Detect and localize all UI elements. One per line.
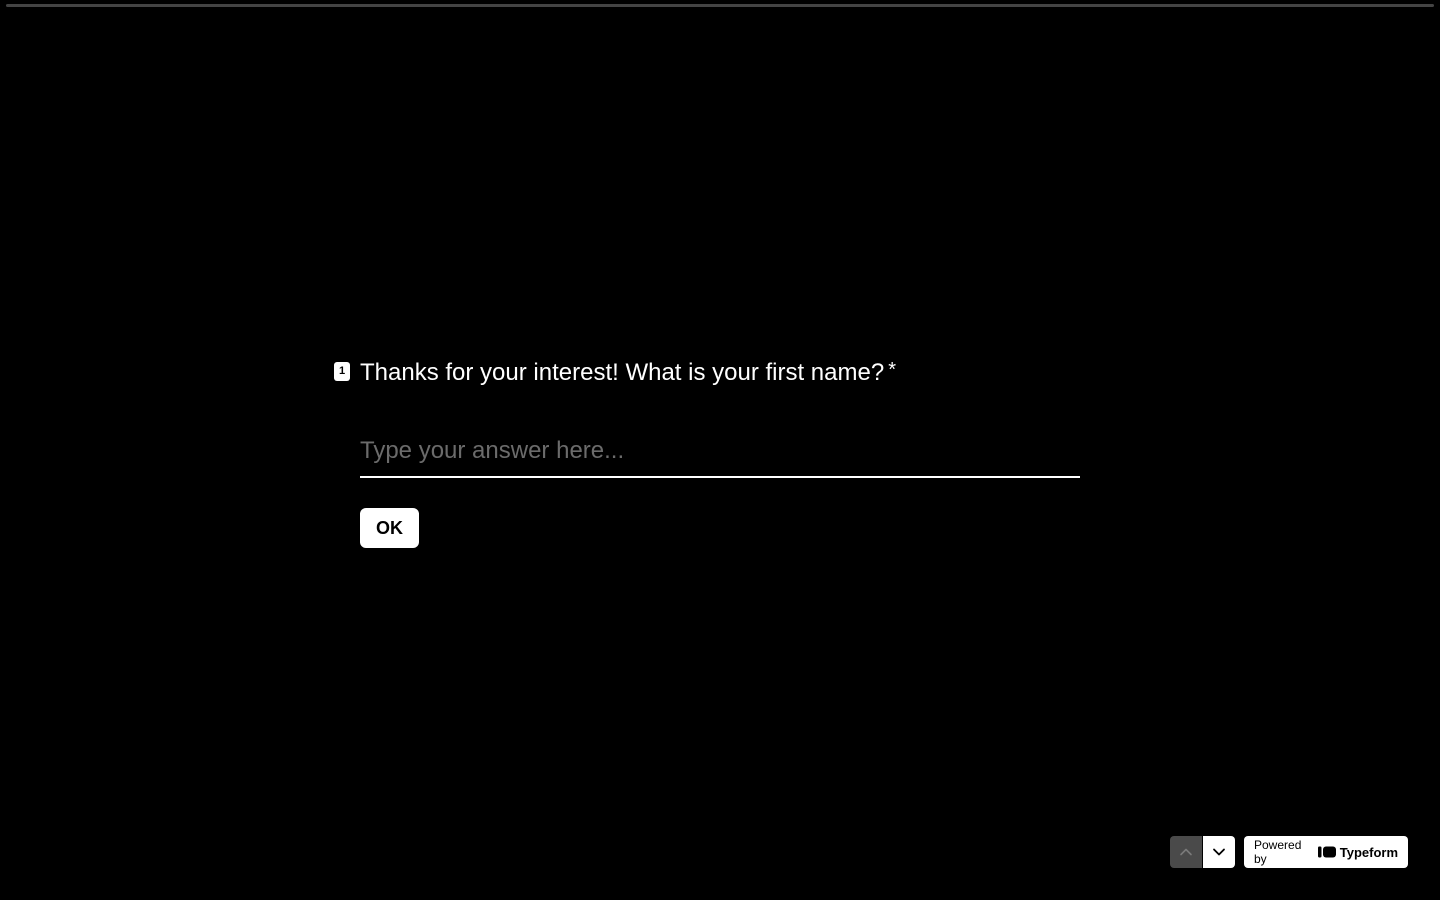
form-page: 1 Thanks for your interest! What is your… [0, 0, 1440, 900]
chevron-up-icon [1180, 848, 1192, 856]
required-asterisk: * [888, 359, 896, 381]
question-header: 1 Thanks for your interest! What is your… [334, 356, 1094, 390]
typeform-logo-icon [1317, 846, 1336, 858]
chevron-down-icon [1213, 848, 1225, 856]
question-number-badge: 1 [334, 362, 350, 381]
previous-question-button[interactable] [1170, 836, 1202, 868]
answer-input[interactable] [360, 432, 1080, 478]
question-block: 1 Thanks for your interest! What is your… [334, 356, 1094, 548]
powered-by-typeform-link[interactable]: Powered by Typeform [1244, 836, 1408, 868]
next-question-button[interactable] [1203, 836, 1235, 868]
brand-name: Typeform [1339, 844, 1398, 860]
question-text: Thanks for your interest! What is your f… [360, 359, 885, 386]
question-title: Thanks for your interest! What is your f… [360, 356, 896, 390]
question-navigation [1170, 836, 1235, 868]
progress-bar [6, 4, 1434, 7]
ok-button[interactable]: OK [360, 508, 419, 548]
powered-by-label: Powered by [1254, 838, 1302, 866]
